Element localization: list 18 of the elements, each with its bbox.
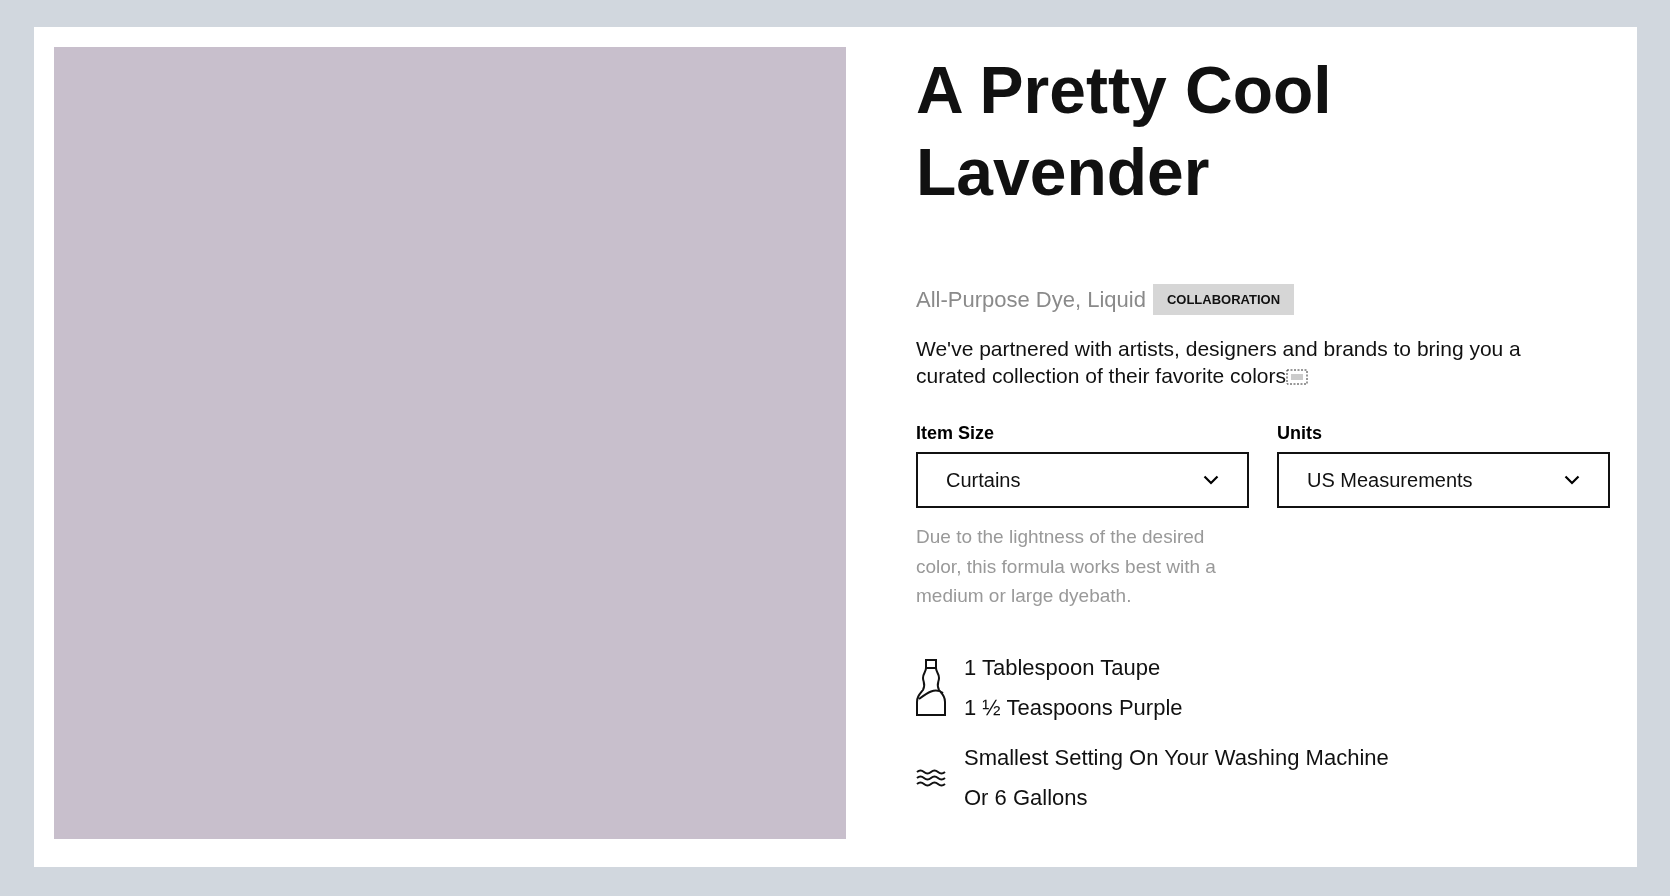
product-type: All-Purpose Dye, Liquid xyxy=(916,286,1146,313)
dropdown[interactable]: US Measurements xyxy=(1277,452,1610,508)
object-placeholder-icon xyxy=(1286,369,1308,385)
instruction-text: Smallest Setting On Your Washing Machine xyxy=(964,744,1389,771)
select-label: Units xyxy=(1277,423,1323,444)
select-label: Item Size xyxy=(916,423,996,444)
collaboration-badge: COLLABORATION xyxy=(1152,284,1295,315)
product-title: A Pretty Cool Lavender xyxy=(916,52,1333,211)
instruction-text: 1 Tablespoon Taupe xyxy=(964,654,1162,681)
chevron-down-icon xyxy=(1203,475,1219,485)
waves-icon xyxy=(916,767,946,788)
instruction-text: Or 6 Gallons xyxy=(964,784,1089,811)
dropdown[interactable]: Curtains xyxy=(916,452,1249,508)
chevron-down-icon xyxy=(1564,475,1580,485)
description: We've partnered with artists, designers and brands to bring you a curated collection of their favorite colors xyxy=(916,336,1522,389)
instruction-text: 1 ½ Teaspoons Purple xyxy=(964,694,1183,721)
dyebath-note: Due to the lightness of the desired color, this formula works best with a medium or large dyebath. xyxy=(916,525,1217,608)
bottle-icon xyxy=(916,658,946,717)
